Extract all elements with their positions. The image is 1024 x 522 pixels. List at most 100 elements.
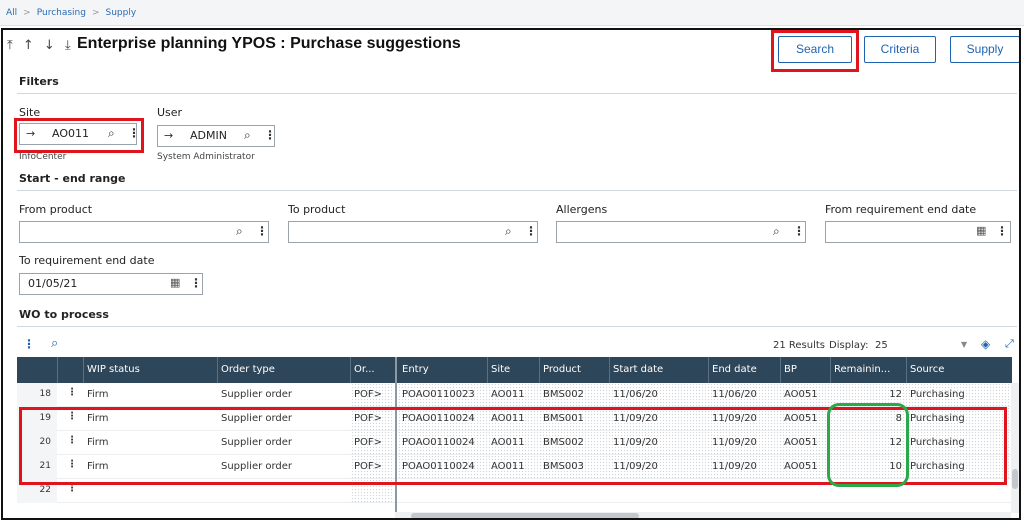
scroll-thumb[interactable] (411, 513, 639, 518)
criteria-button[interactable]: Criteria (864, 36, 936, 63)
layers-icon[interactable]: ◈ (981, 337, 990, 351)
col-wip-status[interactable]: WIP status (87, 364, 217, 375)
allergens-field[interactable]: ⌕ ⋮ (556, 221, 806, 243)
title-bar: ⤒ ↑ ↓ ⤓ Enterprise planning YPOS : Purch… (3, 30, 1019, 72)
breadcrumb-purchasing[interactable]: Purchasing (37, 8, 86, 18)
cell-remaining: 8 (895, 413, 902, 424)
column-separator (217, 357, 218, 383)
cell-remaining: 12 (889, 437, 902, 448)
search-icon[interactable]: ⌕ (244, 128, 251, 143)
cell-site: AO011 (491, 389, 525, 400)
breadcrumb-separator: > (23, 8, 31, 18)
cell-wip-status: Firm (87, 437, 109, 448)
more-vertical-icon[interactable]: ⋮ (525, 224, 537, 238)
filters-title: Filters (19, 75, 59, 88)
table-row[interactable]: 18 ⋮ Firm Supplier order POF> POAO011002… (17, 383, 1012, 407)
column-separator (487, 357, 488, 383)
search-icon[interactable]: ⌕ (236, 224, 243, 239)
cell-bp: AO051 (784, 389, 818, 400)
cell-order-type: Supplier order (221, 437, 293, 448)
cell-remaining: 12 (889, 389, 902, 400)
breadcrumb-supply[interactable]: Supply (106, 8, 137, 18)
supply-button[interactable]: Supply (950, 36, 1019, 63)
cell-source: Purchasing (910, 437, 965, 448)
column-separator (780, 357, 781, 383)
breadcrumb-all[interactable]: All (6, 8, 17, 18)
more-vertical-icon[interactable]: ⋮ (128, 126, 140, 140)
col-remaining[interactable]: Remainin... (834, 364, 906, 375)
display-value[interactable]: 25 (875, 340, 888, 351)
col-product[interactable]: Product (543, 364, 607, 375)
table-row[interactable]: 20 ⋮ Firm Supplier order POF> POAO011002… (17, 431, 1012, 455)
breadcrumb: All > Purchasing > Supply (0, 0, 1024, 26)
arrow-right-icon[interactable]: → (26, 127, 35, 140)
row-menu-icon[interactable]: ⋮ (67, 483, 77, 494)
col-site[interactable]: Site (491, 364, 539, 375)
search-icon[interactable]: ⌕ (773, 224, 780, 239)
table-row[interactable]: 19 ⋮ Firm Supplier order POF> POAO011002… (17, 407, 1012, 431)
more-vertical-icon[interactable]: ⋮ (256, 224, 268, 238)
table-row[interactable]: 21 ⋮ Firm Supplier order POF> POAO011002… (17, 455, 1012, 479)
cell-bp: AO051 (784, 413, 818, 424)
cell-entry: POAO0110024 (402, 413, 475, 424)
range-title: Start - end range (19, 172, 126, 185)
row-number: 22 (17, 479, 57, 503)
wo-section-title: WO to process (19, 308, 109, 321)
cell-start-date: 11/09/20 (613, 413, 658, 424)
row-number: 19 (17, 407, 57, 431)
col-order-type[interactable]: Order type (221, 364, 349, 375)
calendar-icon[interactable]: ▦ (170, 276, 180, 289)
cell-wip-status: Firm (87, 461, 109, 472)
record-nav-arrows-icon[interactable]: ⤒ ↑ ↓ ⤓ (7, 38, 74, 53)
search-button[interactable]: Search (778, 36, 852, 63)
calendar-icon[interactable]: ▦ (976, 224, 986, 237)
from-product-field[interactable]: ⌕ ⋮ (19, 221, 269, 243)
more-vertical-icon[interactable]: ⋮ (190, 276, 202, 290)
cell-bp: AO051 (784, 437, 818, 448)
col-end-date[interactable]: End date (712, 364, 776, 375)
row-menu-icon[interactable]: ⋮ (67, 387, 77, 398)
to-req-end-date-field[interactable]: 01/05/21 ▦ ⋮ (19, 273, 203, 295)
cell-product: BMS002 (543, 437, 584, 448)
divider (17, 190, 1017, 191)
row-number: 21 (17, 455, 57, 479)
expand-icon[interactable]: ⤢ (1005, 337, 1014, 351)
col-bp[interactable]: BP (784, 364, 830, 375)
frozen-column-divider[interactable] (395, 357, 397, 517)
to-product-field[interactable]: ⌕ ⋮ (288, 221, 538, 243)
col-start-date[interactable]: Start date (613, 364, 709, 375)
row-menu-icon[interactable]: ⋮ (67, 411, 77, 422)
site-field[interactable]: → AO011 ⌕ ⋮ (19, 123, 140, 145)
divider (17, 93, 1017, 94)
to-product-label: To product (288, 203, 346, 216)
arrow-right-icon[interactable]: → (164, 129, 173, 142)
horizontal-scrollbar[interactable] (395, 512, 1011, 518)
cell-start-date: 11/06/20 (613, 389, 658, 400)
search-icon[interactable]: ⌕ (51, 336, 58, 351)
from-req-end-date-field[interactable]: ▦ ⋮ (825, 221, 1011, 243)
row-menu-icon[interactable]: ⋮ (67, 459, 77, 470)
cell-order-type: Supplier order (221, 461, 293, 472)
search-icon[interactable]: ⌕ (505, 224, 512, 239)
col-source[interactable]: Source (910, 364, 1000, 375)
column-separator (83, 357, 84, 383)
user-field[interactable]: → ADMIN ⌕ ⋮ (157, 125, 276, 147)
chevron-down-icon[interactable]: ▼ (961, 340, 967, 349)
col-or[interactable]: Or... (354, 364, 394, 375)
table-row[interactable]: 22 ⋮ (17, 479, 1012, 503)
more-vertical-icon[interactable]: ⋮ (996, 224, 1008, 238)
col-entry[interactable]: Entry (402, 364, 488, 375)
column-separator (830, 357, 831, 383)
more-vertical-icon[interactable]: ⋮ (793, 224, 805, 238)
column-separator (609, 357, 610, 383)
site-description: InfoCenter (19, 152, 67, 162)
more-vertical-icon[interactable]: ⋮ (264, 128, 276, 142)
vertical-scrollbar[interactable] (1011, 383, 1019, 513)
column-separator (708, 357, 709, 383)
scroll-thumb[interactable] (1012, 469, 1018, 489)
search-icon[interactable]: ⌕ (108, 126, 115, 141)
row-menu-icon[interactable]: ⋮ (67, 435, 77, 446)
column-separator (539, 357, 540, 383)
more-vertical-icon[interactable]: ⋮ (23, 337, 35, 351)
cell-entry: POAO0110023 (402, 389, 475, 400)
